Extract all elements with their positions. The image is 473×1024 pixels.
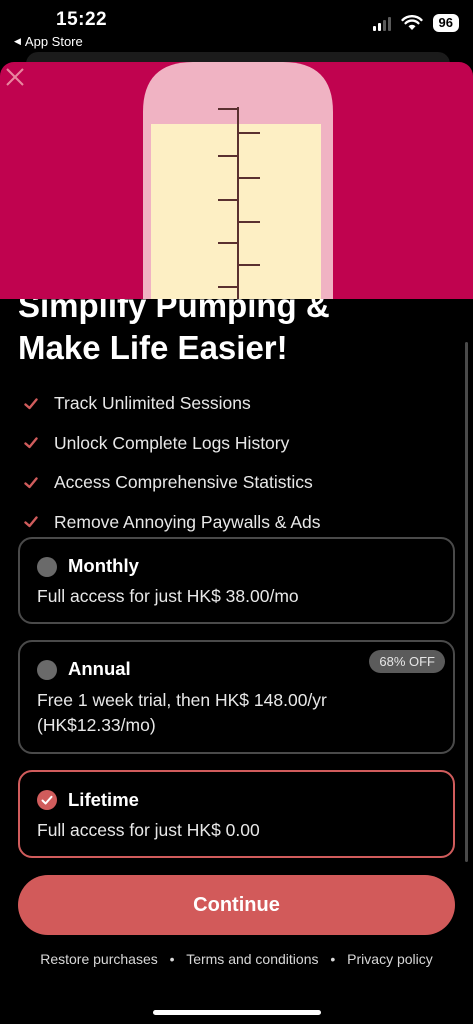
feature-item: Track Unlimited Sessions <box>24 384 321 424</box>
cellular-signal-icon <box>372 15 391 31</box>
status-icons: 96 <box>372 14 459 32</box>
bottle-illustration <box>143 62 333 299</box>
separator: • <box>330 951 336 967</box>
check-icon <box>24 477 38 488</box>
plan-lifetime[interactable]: Lifetime Full access for just HK$ 0.00 <box>18 770 455 858</box>
feature-label: Access Comprehensive Statistics <box>54 472 313 493</box>
footer-links: Restore purchases • Terms and conditions… <box>0 951 473 967</box>
feature-list: Track Unlimited Sessions Unlock Complete… <box>24 384 321 542</box>
feature-label: Track Unlimited Sessions <box>54 393 251 414</box>
back-label: App Store <box>24 34 83 49</box>
wifi-icon <box>400 15 423 30</box>
plan-description-line-1: Free 1 week trial, then HK$ 148.00/yr <box>37 690 327 710</box>
plan-name: Monthly <box>68 555 139 576</box>
checkmark-circle-icon <box>37 790 57 810</box>
hero-banner <box>0 62 473 299</box>
feature-item: Unlock Complete Logs History <box>24 424 321 464</box>
feature-label: Unlock Complete Logs History <box>54 432 290 453</box>
plan-description: Free 1 week trial, then HK$ 148.00/yr (H… <box>37 688 327 738</box>
feature-label: Remove Annoying Paywalls & Ads <box>54 511 321 532</box>
headline-line-1: Simplify Pumping & <box>18 299 330 324</box>
separator: • <box>169 951 175 967</box>
scrollbar[interactable] <box>465 342 468 862</box>
terms-link[interactable]: Terms and conditions <box>186 951 318 967</box>
plan-description: Full access for just HK$ 0.00 <box>37 820 260 840</box>
discount-badge: 68% OFF <box>369 650 445 673</box>
continue-button[interactable]: Continue <box>18 875 455 935</box>
plan-name: Annual <box>68 658 131 679</box>
plan-annual[interactable]: Annual 68% OFF Free 1 week trial, then H… <box>18 640 455 754</box>
radio-unselected-icon <box>37 660 57 680</box>
battery-indicator: 96 <box>432 14 459 32</box>
feature-item: Access Comprehensive Statistics <box>24 463 321 503</box>
plan-description: Full access for just HK$ 38.00/mo <box>37 586 299 606</box>
check-icon <box>24 437 38 449</box>
check-icon <box>24 516 38 528</box>
restore-purchases-link[interactable]: Restore purchases <box>40 951 158 967</box>
plan-description-line-2: (HK$12.33/mo) <box>37 715 156 735</box>
back-to-app-store[interactable]: ◀ App Store <box>14 34 83 49</box>
radio-unselected-icon <box>37 557 57 577</box>
privacy-policy-link[interactable]: Privacy policy <box>347 951 433 967</box>
status-time: 15:22 <box>56 9 108 30</box>
plan-monthly[interactable]: Monthly Full access for just HK$ 38.00/m… <box>18 537 455 624</box>
back-arrow-icon: ◀ <box>14 36 21 46</box>
plan-name: Lifetime <box>68 789 139 810</box>
headline-line-2: Make Life Easier! <box>18 329 288 366</box>
home-indicator[interactable] <box>153 1010 321 1015</box>
check-icon <box>24 398 38 409</box>
close-icon[interactable] <box>0 62 30 92</box>
paywall-sheet: Simplify Pumping & Make Life Easier! Tra… <box>0 62 473 1024</box>
paywall-screen: 15:22 ◀ App Store 96 Simplify Pumping & … <box>0 0 473 1024</box>
status-bar: 15:22 ◀ App Store 96 <box>0 0 473 52</box>
